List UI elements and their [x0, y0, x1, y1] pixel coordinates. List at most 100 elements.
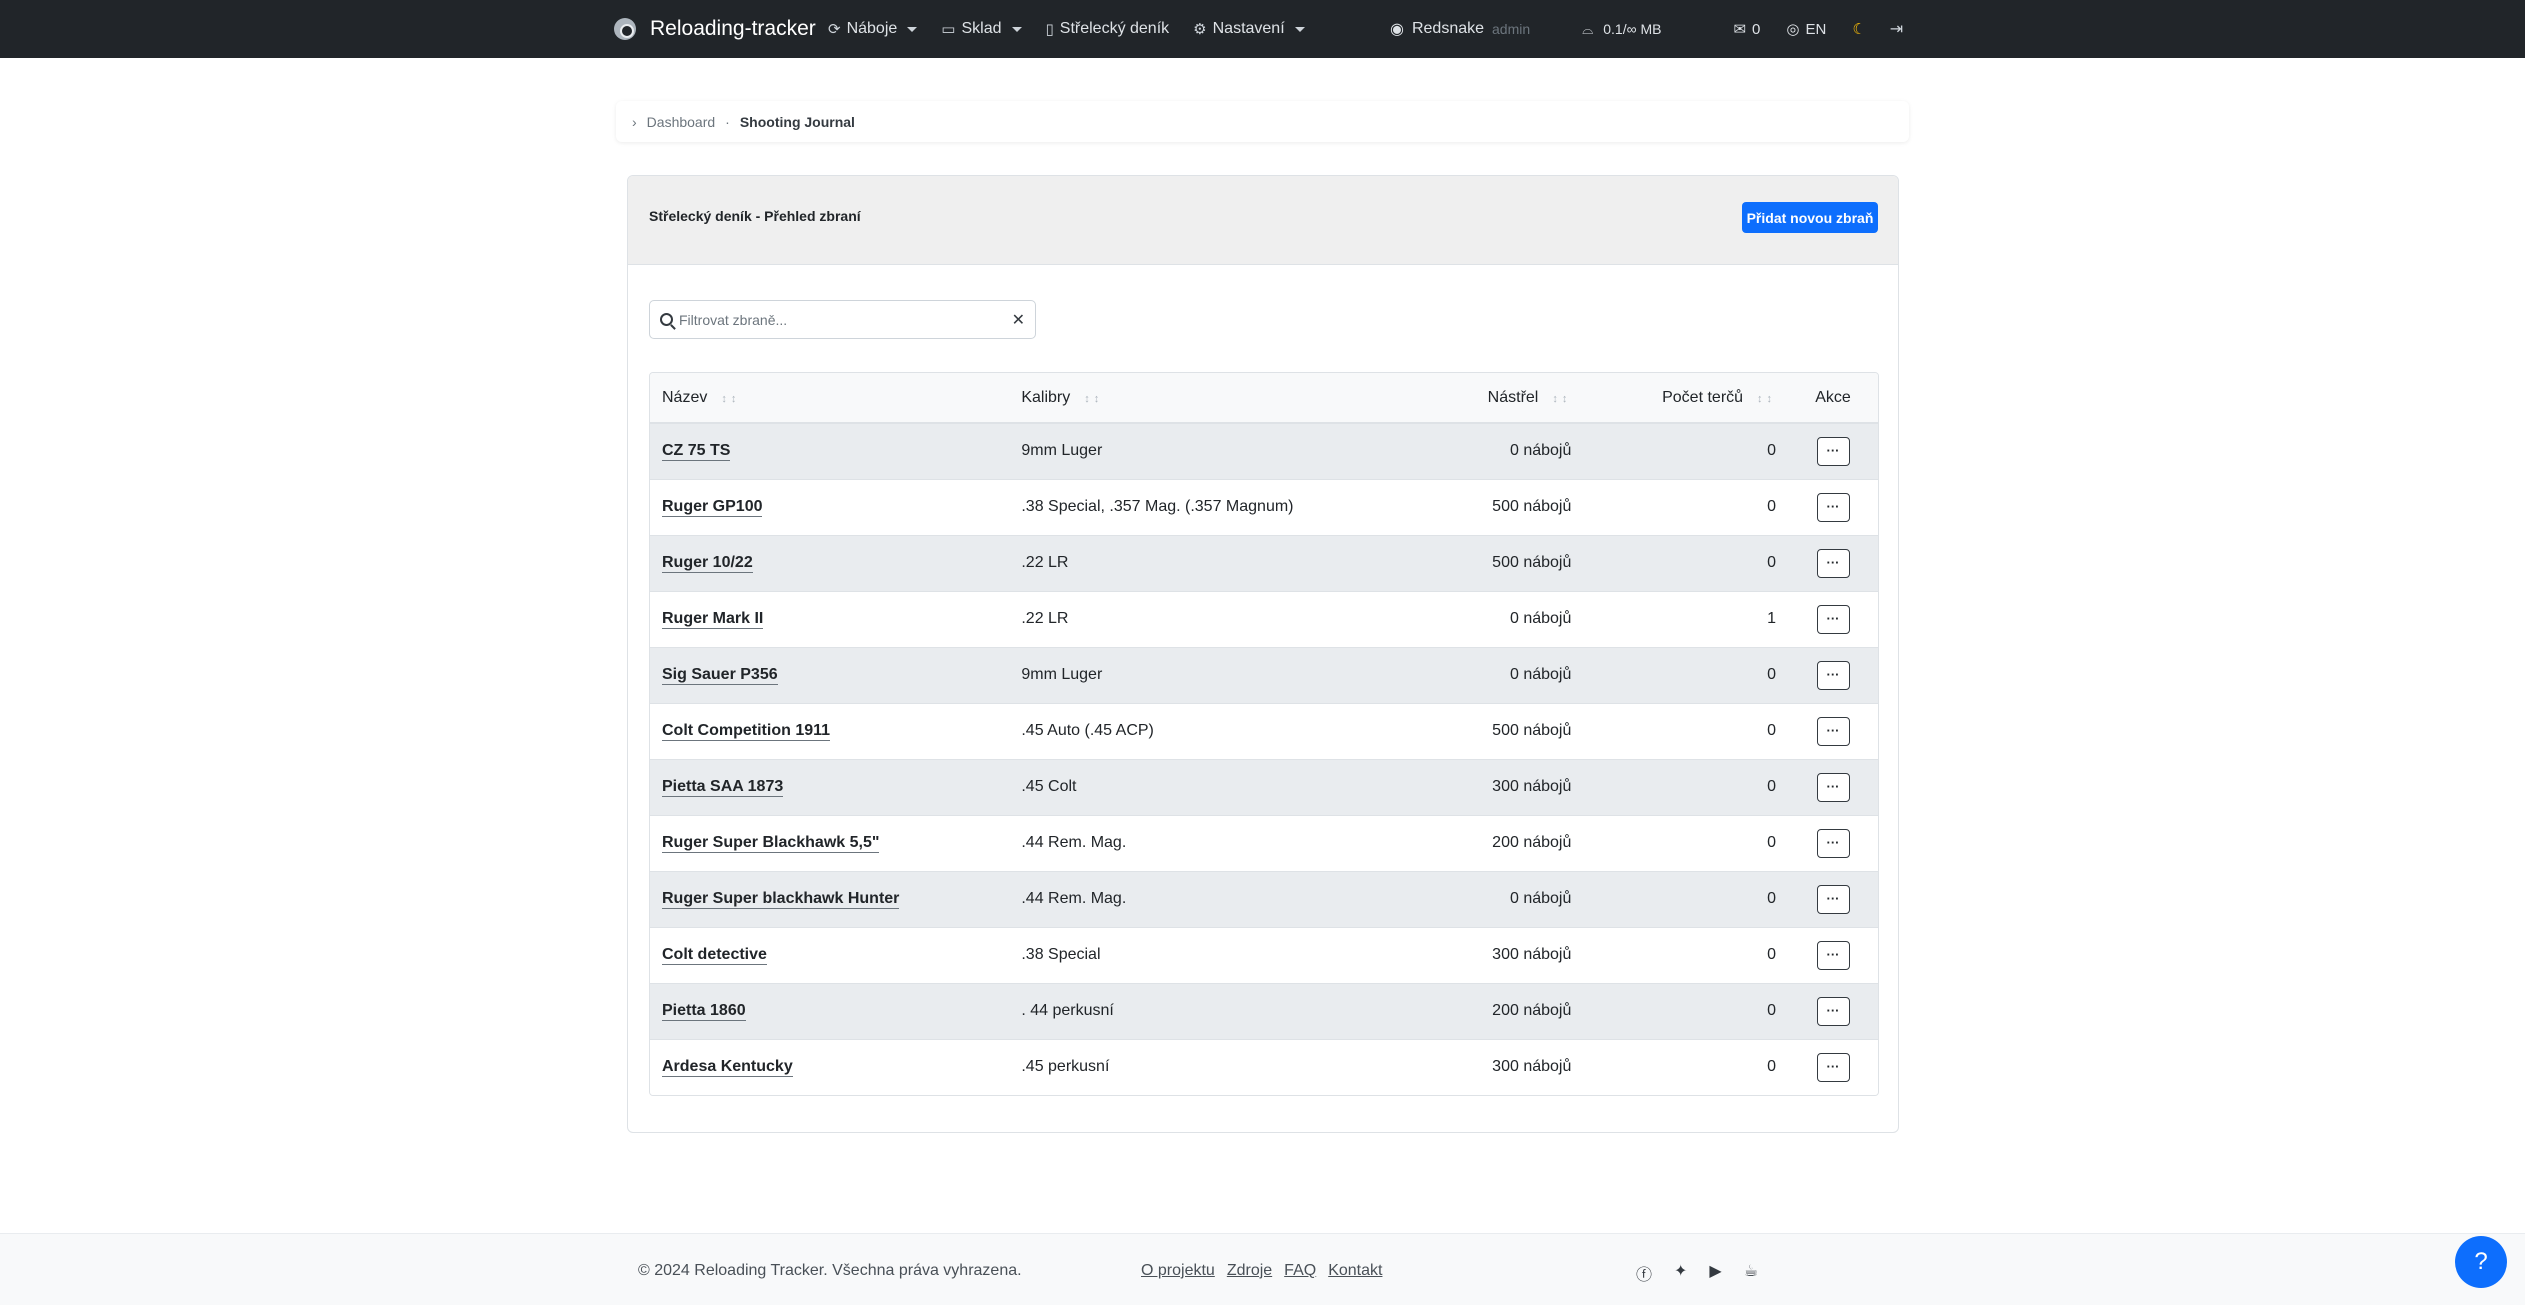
row-actions-button[interactable]: ···	[1816, 548, 1850, 578]
row-actions-button[interactable]: ···	[1816, 604, 1850, 634]
table-header-row: Název ↕↕ Kalibry ↕↕ Nástřel ↕↕ Počet terčů ↕…	[650, 373, 1878, 423]
header-label: Akce	[1815, 388, 1851, 406]
weapon-link[interactable]: Ruger Mark II	[662, 610, 764, 629]
cell-targets: 0	[1767, 1058, 1777, 1076]
nav-item-sklad[interactable]: ▭ Sklad	[941, 20, 1022, 38]
row-actions-button[interactable]: ···	[1816, 716, 1850, 746]
table-row: Ruger Mark II .22 LR 0 nábojů 1 ···	[650, 591, 1878, 647]
row-actions-button[interactable]: ···	[1816, 492, 1850, 522]
nav-item-naboje[interactable]: ⟳ Náboje	[828, 20, 918, 38]
cell-calibers: .44 Rem. Mag.	[1021, 890, 1127, 907]
cell-calibers: .22 LR	[1021, 610, 1069, 627]
help-button[interactable]: ?	[2455, 1236, 2507, 1288]
weapon-link[interactable]: Ardesa Kentucky	[662, 1058, 793, 1078]
weapon-link[interactable]: CZ 75 TS	[662, 442, 731, 462]
cell-shots: 0 nábojů	[1509, 890, 1572, 907]
storage-usage: 0.1/∞ MB	[1603, 21, 1662, 37]
cell-actions: ···	[1788, 927, 1878, 983]
cell-calibers: 9mm Luger	[1021, 666, 1103, 683]
add-weapon-button[interactable]: Přidat novou zbraň	[1742, 202, 1878, 233]
gear-icon: ⚙	[1193, 21, 1207, 38]
column-header-name[interactable]: Název ↕↕	[650, 373, 1009, 423]
language-code: EN	[1805, 20, 1827, 38]
cell-calibers: . 44 perkusní	[1021, 1002, 1114, 1019]
moon-icon[interactable]: ☾	[1852, 20, 1865, 38]
weapon-link[interactable]: Ruger GP100	[662, 498, 763, 517]
table-row: Ruger GP100 .38 Special, .357 Mag. (.357 …	[650, 479, 1878, 535]
column-header-targets[interactable]: Počet terčů ↕↕	[1583, 373, 1788, 423]
column-header-shots[interactable]: Nástřel ↕↕	[1429, 373, 1584, 423]
weapon-link[interactable]: Colt Competition 1911	[662, 722, 831, 741]
cell-actions: ···	[1788, 423, 1878, 479]
user-menu[interactable]: ◉ Redsnake admin	[1390, 19, 1530, 39]
weapon-link[interactable]: Pietta SAA 1873	[662, 778, 784, 797]
row-actions-button[interactable]: ···	[1816, 996, 1850, 1026]
cell-targets: 0	[1767, 442, 1777, 460]
row-actions-button[interactable]: ···	[1816, 884, 1850, 914]
close-icon[interactable]: ✕	[1012, 310, 1025, 330]
row-actions-button[interactable]: ···	[1816, 940, 1850, 970]
cell-calibers: .38 Special	[1021, 946, 1101, 963]
weapon-link[interactable]: Sig Sauer P356	[662, 666, 778, 685]
footer-link-about[interactable]: O projektu	[1141, 1262, 1215, 1280]
header-label: Nástřel	[1487, 388, 1539, 406]
table-row: Ruger Super blackhawk Hunter .44 Rem. Mag…	[650, 871, 1878, 927]
twitter-icon[interactable]: ✦	[1674, 1261, 1687, 1285]
header-label: Název	[662, 388, 708, 406]
card-header: Střelecký deník - Přehled zbraní Přidat …	[628, 176, 1898, 265]
weapon-link[interactable]: Ruger Super Blackhawk 5,5"	[662, 834, 880, 853]
weapon-link[interactable]: Colt detective	[662, 946, 767, 965]
cell-name: Ruger Super blackhawk Hunter	[650, 871, 1009, 927]
storage-indicator: ⌓ 0.1/∞ MB	[1582, 21, 1661, 38]
cell-actions: ···	[1788, 759, 1878, 815]
cell-calibers: .22 LR	[1021, 554, 1069, 571]
cell-shots: 300 nábojů	[1492, 946, 1572, 963]
cell-actions: ···	[1788, 983, 1878, 1039]
weapon-link[interactable]: Pietta 1860	[662, 1002, 746, 1021]
table-row: Ardesa Kentucky .45 perkusní 300 nábojů 0 ··…	[650, 1039, 1878, 1095]
row-actions-button[interactable]: ···	[1816, 436, 1850, 466]
header-label: Kalibry	[1021, 388, 1071, 406]
drive-icon: ⌓	[1582, 20, 1594, 37]
column-header-calibers[interactable]: Kalibry ↕↕	[1009, 373, 1428, 423]
messages-button[interactable]: ✉ 0	[1733, 20, 1760, 39]
table-row: Colt detective .38 Special 300 nábojů 0 ···	[650, 927, 1878, 983]
user-role: admin	[1492, 21, 1531, 37]
table-row: Pietta SAA 1873 .45 Colt 300 nábojů 0 ···	[650, 759, 1878, 815]
logout-icon[interactable]: ⇥	[1890, 19, 1903, 39]
footer-link-faq[interactable]: FAQ	[1284, 1262, 1316, 1280]
footer-link-sources[interactable]: Zdroje	[1227, 1262, 1272, 1280]
username: Redsnake	[1411, 20, 1485, 37]
table-row: Ruger Super Blackhawk 5,5" .44 Rem. Mag. 2…	[650, 815, 1878, 871]
cell-shots: 200 nábojů	[1492, 1002, 1572, 1019]
nav-item-settings[interactable]: ⚙ Nastavení	[1193, 20, 1305, 38]
nav-item-label: Nastavení	[1212, 20, 1285, 37]
breadcrumb-dashboard[interactable]: Dashboard	[647, 114, 716, 130]
cell-name: Ruger 10/22	[650, 535, 1009, 591]
language-switcher[interactable]: ◎ EN	[1786, 20, 1827, 39]
cell-name: Ruger Mark II	[650, 591, 1009, 647]
facebook-icon[interactable]: ⓕ	[1636, 1261, 1652, 1285]
row-actions-button[interactable]: ···	[1816, 772, 1850, 802]
weapon-link[interactable]: Ruger 10/22	[662, 554, 753, 573]
cell-targets: 0	[1767, 946, 1777, 963]
footer: © 2024 Reloading Tracker. Všechna práva …	[0, 1233, 2525, 1305]
breadcrumb-separator: ·	[725, 113, 730, 130]
footer-link-contact[interactable]: Kontakt	[1328, 1262, 1382, 1280]
youtube-icon[interactable]: ▶	[1709, 1261, 1721, 1285]
cell-targets: 1	[1767, 610, 1777, 627]
filter-input[interactable]	[679, 311, 1006, 328]
row-actions-button[interactable]: ···	[1816, 1052, 1850, 1082]
nav-item-journal[interactable]: ▯ Střelecký deník	[1046, 20, 1170, 38]
coffee-icon[interactable]: ☕	[1744, 1261, 1758, 1285]
filter-box: ✕	[649, 300, 1036, 339]
row-actions-button[interactable]: ···	[1816, 660, 1850, 690]
row-actions-button[interactable]: ···	[1816, 828, 1850, 858]
cell-actions: ···	[1788, 815, 1878, 871]
weapon-link[interactable]: Ruger Super blackhawk Hunter	[662, 890, 900, 909]
cell-targets: 0	[1767, 554, 1777, 571]
card-title: Střelecký deník - Přehled zbraní	[649, 208, 861, 224]
cell-targets: 0	[1767, 666, 1777, 683]
cell-name: Ruger GP100	[650, 479, 1009, 535]
brand[interactable]: Reloading-tracker	[614, 0, 816, 58]
